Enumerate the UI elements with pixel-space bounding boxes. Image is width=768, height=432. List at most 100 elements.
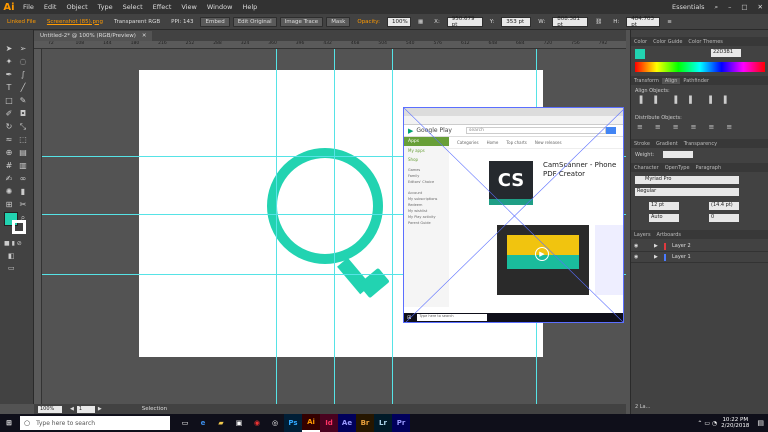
tab-character[interactable]: Character (631, 165, 662, 171)
direct-selection-tool-icon[interactable]: ➢ (18, 44, 28, 54)
placed-image[interactable]: ▶ Google Play search Apps My apps Shop G… (403, 107, 624, 323)
y-field[interactable]: 353 pt (501, 16, 532, 27)
chevron-right-icon[interactable]: ▶ (654, 243, 662, 249)
file-explorer-icon[interactable]: ▰ (212, 414, 230, 432)
mask-button[interactable]: Mask (326, 16, 351, 27)
rectangle-tool-icon[interactable]: □ (4, 96, 14, 106)
h-field[interactable]: 484.703 pt (626, 16, 661, 28)
linked-filename[interactable]: Screenshot (85).png (43, 17, 107, 27)
layer-row[interactable]: ◉ ▶ Layer 1 (631, 252, 768, 263)
tab-transparency[interactable]: Transparency (681, 141, 720, 147)
close-tab-icon[interactable]: ✕ (142, 33, 147, 39)
bridge-icon[interactable]: Br (356, 414, 374, 432)
font-size-field[interactable]: 12 pt (649, 202, 679, 210)
opacity-label[interactable]: Opacity: (353, 17, 384, 27)
pen-tool-icon[interactable]: ✒ (4, 70, 14, 80)
mesh-tool-icon[interactable]: # (4, 161, 14, 171)
curvature-tool-icon[interactable]: ∫ (18, 70, 28, 80)
windows-start-icon[interactable]: ⊞ (0, 414, 18, 432)
link-icon[interactable]: ⛓ (591, 17, 606, 27)
chevron-right-icon[interactable]: ▶ (654, 254, 662, 260)
color-fill-swatch[interactable] (635, 49, 645, 59)
free-transform-tool-icon[interactable]: ⬚ (18, 135, 28, 145)
eraser-tool-icon[interactable]: ◘ (18, 109, 28, 119)
shaper-tool-icon[interactable]: ✐ (4, 109, 14, 119)
lasso-tool-icon[interactable]: ◌ (18, 57, 28, 67)
app-icon[interactable]: ◎ (266, 414, 284, 432)
current-tool-label[interactable]: Selection (142, 406, 167, 412)
tray-icons[interactable]: ⌃ ▭ ◔ (697, 420, 717, 427)
guide[interactable] (334, 49, 335, 404)
hex-field[interactable]: 22D3B1 (711, 49, 741, 57)
distribute-buttons[interactable]: ≡≡≡≡≡≡ (637, 123, 765, 131)
illustrator-icon[interactable]: Ai (302, 414, 320, 432)
eyedropper-tool-icon[interactable]: ✍ (4, 174, 14, 184)
menu-view[interactable]: View (176, 3, 201, 11)
eye-icon[interactable]: ◉ (634, 254, 644, 260)
scale-tool-icon[interactable]: ⤡ (18, 122, 28, 132)
line-tool-icon[interactable]: ╱ (18, 83, 28, 93)
prev-artboard-icon[interactable]: ◀ (70, 406, 74, 412)
edit-original-button[interactable]: Edit Original (232, 16, 277, 27)
shape-builder-tool-icon[interactable]: ⊕ (4, 148, 14, 158)
search-icon[interactable]: ⌕ (710, 3, 724, 12)
notification-icon[interactable]: ▤ (757, 419, 764, 427)
font-style-field[interactable]: Regular (635, 188, 739, 196)
lightroom-icon[interactable]: Lr (374, 414, 392, 432)
tab-opentype[interactable]: OpenType (662, 165, 693, 171)
menu-effect[interactable]: Effect (148, 3, 177, 11)
maximize-icon[interactable]: □ (736, 3, 752, 11)
indesign-icon[interactable]: Id (320, 414, 338, 432)
vertical-ruler[interactable] (34, 49, 42, 404)
tab-artboards[interactable]: Artboards (654, 232, 684, 238)
drawing-mode-icon[interactable]: ◧ (8, 252, 26, 260)
x-field[interactable]: 950.679 pt (446, 16, 483, 28)
taskbar-search[interactable]: ○ Type here to search (20, 416, 170, 430)
image-trace-button[interactable]: Image Trace (279, 16, 324, 27)
tab-transform[interactable]: Transform (631, 78, 662, 84)
align-buttons[interactable]: ▐▌▐▌▐▌ (637, 96, 765, 104)
gradient-tool-icon[interactable]: ▥ (18, 161, 28, 171)
width-tool-icon[interactable]: ≈ (4, 135, 14, 145)
color-mode-icons[interactable]: ■ ▮ ⊘ (4, 240, 30, 248)
w-field[interactable]: 808.381 pt (552, 16, 589, 28)
selection-tool-icon[interactable]: ➤ (4, 44, 14, 54)
menu-edit[interactable]: Edit (39, 3, 62, 11)
clock-date[interactable]: 2/20/2018 (721, 423, 749, 429)
close-icon[interactable]: ✕ (753, 3, 768, 11)
workspace-switcher[interactable]: Essentials (667, 3, 710, 11)
column-graph-tool-icon[interactable]: ▮ (18, 187, 28, 197)
guide[interactable] (276, 49, 277, 404)
canvas[interactable]: ▶ Google Play search Apps My apps Shop G… (42, 49, 626, 404)
weight-field[interactable] (663, 151, 693, 158)
tab-stroke[interactable]: Stroke (631, 141, 653, 147)
document-tab[interactable]: Untitled-2* @ 100% (RGB/Preview) ✕ (34, 31, 153, 41)
photoshop-icon[interactable]: Ps (284, 414, 302, 432)
embed-button[interactable]: Embed (200, 16, 230, 27)
tab-pathfinder[interactable]: Pathfinder (680, 78, 712, 84)
magnifier-artwork[interactable] (267, 148, 397, 308)
leading-field[interactable]: (14.4 pt) (709, 202, 739, 210)
panel-menu-icon[interactable]: ≡ (663, 17, 676, 27)
zoom-field[interactable]: 100% (38, 405, 62, 413)
blend-tool-icon[interactable]: ∞ (18, 174, 28, 184)
rotate-tool-icon[interactable]: ↻ (4, 122, 14, 132)
task-view-icon[interactable]: ▭ (176, 414, 194, 432)
menu-object[interactable]: Object (61, 3, 92, 11)
minimize-icon[interactable]: – (723, 3, 736, 11)
color-spectrum[interactable] (635, 62, 765, 72)
horizontal-ruler[interactable]: 72 108 144 180 216 252 288 324 360 396 4… (34, 41, 626, 49)
tracking-field[interactable]: 0 (709, 214, 739, 222)
layer-name[interactable]: Layer 2 (672, 243, 691, 249)
tab-color-guide[interactable]: Color Guide (650, 39, 685, 45)
slice-tool-icon[interactable]: ✂ (18, 200, 28, 210)
menu-window[interactable]: Window (202, 3, 238, 11)
screen-mode-icon[interactable]: ▭ (8, 264, 26, 272)
magic-wand-tool-icon[interactable]: ✦ (4, 57, 14, 67)
tab-color[interactable]: Color (631, 39, 650, 45)
tab-color-themes[interactable]: Color Themes (685, 39, 726, 45)
premiere-icon[interactable]: Pr (392, 414, 410, 432)
menu-select[interactable]: Select (118, 3, 148, 11)
artboard-tool-icon[interactable]: ⊞ (4, 200, 14, 210)
symbol-sprayer-tool-icon[interactable]: ✺ (4, 187, 14, 197)
